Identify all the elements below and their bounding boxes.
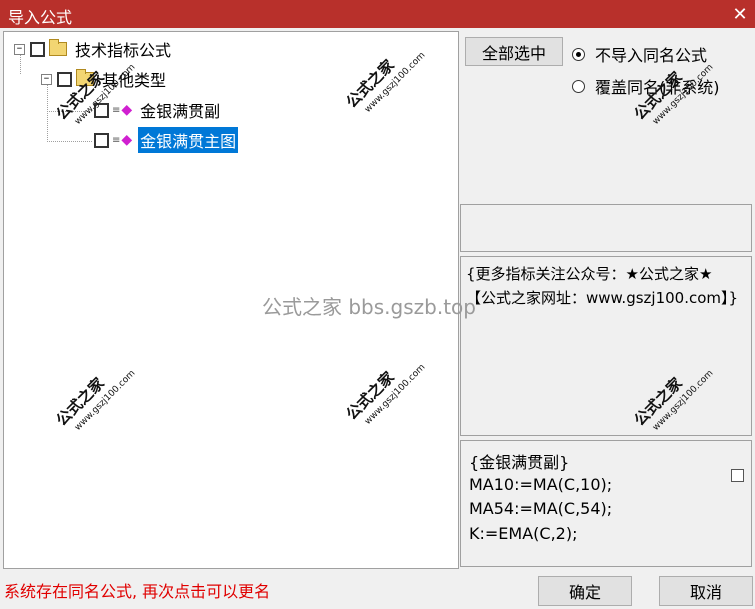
code-line: MA54:=MA(C,54); [469,499,613,518]
tree-node-item[interactable]: ≡ ◆ 金银满贯副 [94,98,222,122]
collapse-icon[interactable]: − [41,73,52,85]
code-checkbox[interactable] [731,469,744,482]
close-button[interactable]: ✕ [725,0,755,28]
code-line: {金银满贯副} [469,453,570,472]
tree-node-label: 金银满贯副 [140,102,221,121]
no-import-radio[interactable] [572,47,585,61]
empty-field [460,204,752,252]
item-checkbox[interactable] [94,132,109,148]
code-line: MA10:=MA(C,10); [469,475,613,494]
tree-node-group[interactable]: − 其他类型 [41,67,168,91]
code-preview: {金银满贯副} MA10:=MA(C,10); MA54:=MA(C,54); … [460,440,752,567]
collapse-icon[interactable]: − [14,43,25,55]
select-all-button[interactable]: 全部选中 [465,37,563,66]
tree-node-label: 其他类型 [102,71,167,90]
overwrite-label: 覆盖同名(非系统) [595,78,720,97]
formula-tree[interactable]: − 技术指标公式 − 其他类型 ≡ ◆ 金银满贯副 ≡ ◆ 金银满贯主图 [3,31,459,569]
folder-icon [76,69,94,86]
no-import-label: 不导入同名公式 [595,46,708,65]
code-line: K:=EMA(C,2); [469,524,578,543]
window-title: 导入公式 [8,8,73,27]
no-import-option[interactable]: 不导入同名公式 [572,42,707,66]
tree-connector [47,141,92,142]
info-text: {更多指标关注公众号：★公式之家★ 【公式之家网址：www.gszj100.co… [466,265,739,307]
status-message: 系统存在同名公式, 再次点击可以更名 [4,582,271,601]
close-icon: ✕ [732,3,748,25]
group-checkbox[interactable] [57,71,72,87]
folder-icon [49,39,67,56]
root-checkbox[interactable] [30,41,45,57]
tree-node-item[interactable]: ≡ ◆ 金银满贯主图 [94,127,239,153]
formula-icon: ≡ ◆ [112,132,133,148]
tree-node-label: 技术指标公式 [75,41,172,60]
tree-connector [47,84,48,142]
formula-icon: ≡ ◆ [112,102,133,118]
tree-connector [47,111,92,112]
overwrite-option[interactable]: 覆盖同名(非系统) [572,74,720,98]
tree-node-label-selected: 金银满贯主图 [138,127,239,153]
tree-node-root[interactable]: − 技术指标公式 [14,37,173,61]
cancel-button[interactable]: 取消 [659,576,753,606]
item-checkbox[interactable] [94,102,109,118]
ok-button[interactable]: 确定 [538,576,632,606]
title-bar: 导入公式 ✕ [0,0,755,28]
overwrite-radio[interactable] [572,79,585,93]
